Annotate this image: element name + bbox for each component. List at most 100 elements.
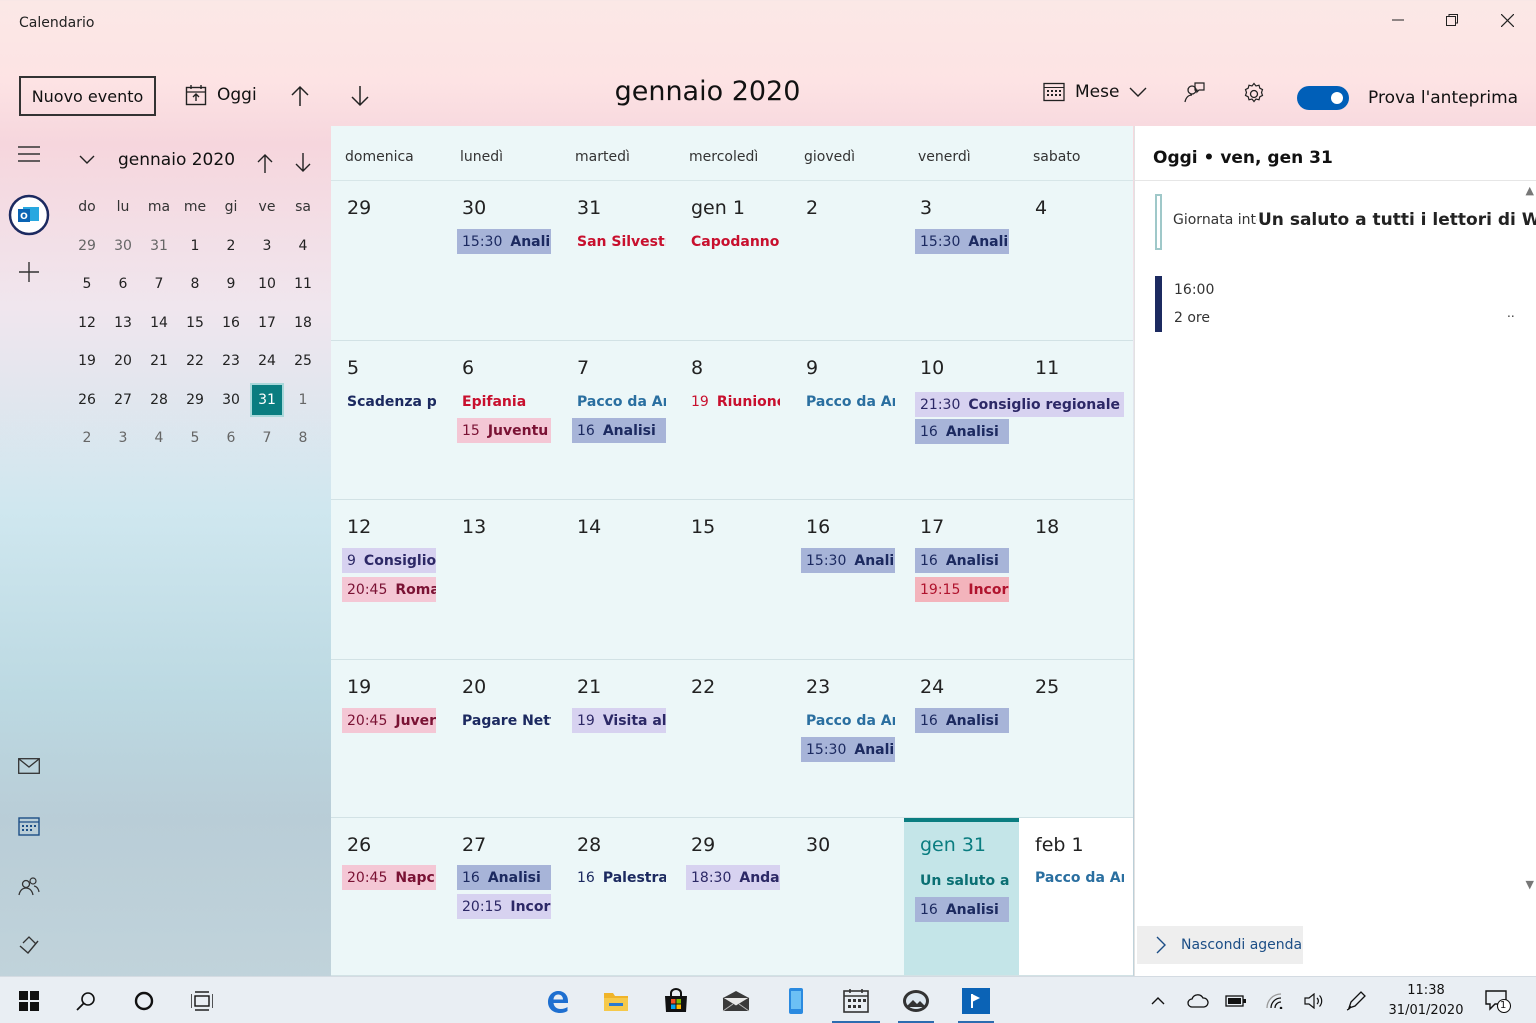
day-cell[interactable]: 21 19 Visita al [561, 660, 676, 817]
calendar-event[interactable]: 15:30 Anali [915, 229, 1009, 254]
previous-month-button[interactable] [290, 84, 310, 108]
mini-day[interactable]: 8 [177, 265, 213, 304]
battery-button[interactable] [1216, 977, 1256, 1023]
onedrive-button[interactable] [1178, 977, 1218, 1023]
mini-day[interactable]: 13 [105, 304, 141, 343]
mini-next-button[interactable] [294, 152, 312, 178]
day-cell[interactable]: 23 Pacco da An 15:30 Analis [790, 660, 905, 817]
mini-day[interactable]: 2 [213, 227, 249, 266]
day-cell[interactable]: 6 Epifania 15 Juventu [446, 341, 561, 499]
mini-day[interactable]: 7 [249, 419, 285, 458]
calendar-event[interactable]: 19 Riunione [686, 389, 780, 414]
mini-day[interactable]: 20 [105, 342, 141, 381]
task-view-button[interactable] [178, 977, 226, 1023]
day-cell[interactable]: 11 [1019, 341, 1133, 499]
day-cell[interactable]: 16 15:30 Analis [790, 500, 905, 659]
mini-day[interactable]: 22 [177, 342, 213, 381]
calendar-event[interactable]: 16 Analisi [572, 418, 666, 443]
agenda-event-allday[interactable]: Giornata inte Un saluto a tutti i lettor… [1155, 194, 1536, 250]
next-month-button[interactable] [350, 84, 370, 108]
calendar-event[interactable]: Pacco da An [801, 389, 895, 414]
calendar-event[interactable]: Pacco da Ar [1030, 865, 1124, 890]
day-cell[interactable]: 18 [1019, 500, 1133, 659]
volume-button[interactable] [1294, 977, 1334, 1023]
calendar-event[interactable]: Epifania [457, 389, 551, 414]
day-cell[interactable]: 25 [1019, 660, 1133, 817]
close-button[interactable] [1485, 6, 1529, 34]
search-button[interactable] [62, 977, 110, 1023]
calendar-event[interactable]: 20:45 Napc [342, 865, 436, 890]
mini-day-today[interactable]: 31 [249, 381, 285, 420]
mini-day[interactable]: 1 [285, 381, 321, 420]
mini-day[interactable]: 14 [141, 304, 177, 343]
calendar-taskbar-button[interactable] [832, 977, 880, 1023]
calendar-event[interactable]: Capodanno [686, 229, 780, 254]
day-cell[interactable]: 22 [675, 660, 790, 817]
day-cell[interactable]: 19 20:45 Juver [331, 660, 446, 817]
mini-day[interactable]: 4 [141, 419, 177, 458]
day-cell[interactable]: 9 Pacco da An [790, 341, 905, 499]
new-event-button[interactable]: Nuovo evento [19, 76, 156, 116]
hidden-icons-button[interactable] [1138, 977, 1178, 1023]
outlook-account-button[interactable]: O [0, 192, 58, 238]
mail-button[interactable] [0, 746, 58, 786]
calendar-event[interactable]: Pagare Netf [457, 708, 551, 733]
taskbar-clock[interactable]: 11:38 31/01/2020 [1388, 981, 1464, 1021]
menu-button[interactable] [0, 134, 58, 174]
calendar-event[interactable]: 16 Palestra [572, 865, 666, 890]
calendar-event[interactable]: 15:30 Analis [801, 737, 895, 762]
calendar-event[interactable]: 20:15 Incor [457, 894, 551, 919]
day-cell[interactable]: 28 16 Palestra [561, 818, 676, 975]
cortana-button[interactable] [120, 977, 168, 1023]
flag-app-taskbar-button[interactable] [952, 977, 1000, 1023]
day-cell[interactable]: 20 Pagare Netf [446, 660, 561, 817]
mini-day[interactable]: 8 [285, 419, 321, 458]
day-cell[interactable]: 26 20:45 Napc [331, 818, 446, 975]
calendar-event[interactable]: 16 Analisi [915, 708, 1009, 733]
photos-taskbar-button[interactable] [892, 977, 940, 1023]
day-cell[interactable]: 12 9 Consiglio 20:45 Roma [331, 500, 446, 659]
calendar-event[interactable]: Scadenza pr [342, 389, 436, 414]
day-cell[interactable]: 7 Pacco da An 16 Analisi [561, 341, 676, 499]
mini-day[interactable]: 26 [69, 381, 105, 420]
day-cell[interactable]: 5 Scadenza pr [331, 341, 446, 499]
agenda-event-timed[interactable]: 16:00 2 ore .. [1155, 276, 1517, 332]
mini-day[interactable]: 18 [285, 304, 321, 343]
mini-day[interactable]: 24 [249, 342, 285, 381]
day-cell[interactable]: feb 1 Pacco da Ar [1019, 818, 1133, 975]
mini-day[interactable]: 2 [69, 419, 105, 458]
start-button[interactable] [5, 977, 53, 1023]
day-cell[interactable]: 30 [790, 818, 905, 975]
people-button[interactable] [0, 866, 58, 906]
calendar-event[interactable]: 16 Analisi [915, 548, 1009, 573]
calendar-event[interactable]: 16 Analisi [915, 419, 1009, 444]
calendar-event[interactable]: 19 Visita al [572, 708, 666, 733]
scroll-down-button[interactable]: ▼ [1526, 878, 1534, 891]
day-cell[interactable]: 13 [446, 500, 561, 659]
mini-day[interactable]: 5 [69, 265, 105, 304]
mini-day[interactable]: 3 [249, 227, 285, 266]
day-cell[interactable]: 10 21:30 Consiglio regionale - | 16 Analisi [904, 341, 1124, 499]
mini-day[interactable]: 3 [105, 419, 141, 458]
day-cell[interactable]: 27 16 Analisi 20:15 Incor [446, 818, 561, 975]
calendar-event[interactable]: 18:30 Anda [686, 865, 780, 890]
calendar-event[interactable]: Un saluto a [915, 868, 1009, 893]
mini-day[interactable]: 17 [249, 304, 285, 343]
day-cell[interactable]: 29 18:30 Anda [675, 818, 790, 975]
hide-agenda-button[interactable]: Nascondi agenda [1137, 926, 1303, 964]
day-cell[interactable]: gen 1 Capodanno [675, 181, 790, 340]
mini-day[interactable]: 31 [141, 227, 177, 266]
scroll-up-button[interactable]: ▲ [1526, 184, 1534, 197]
mini-day[interactable]: 27 [105, 381, 141, 420]
day-cell[interactable]: 14 [561, 500, 676, 659]
settings-button[interactable] [1242, 82, 1266, 106]
calendar-event[interactable]: 20:45 Roma [342, 577, 436, 602]
mini-day[interactable]: 30 [213, 381, 249, 420]
network-button[interactable] [1256, 977, 1296, 1023]
day-cell[interactable]: 3 15:30 Anali [904, 181, 1019, 340]
mini-day[interactable]: 29 [69, 227, 105, 266]
pen-button[interactable] [1336, 977, 1376, 1023]
mini-day[interactable]: 21 [141, 342, 177, 381]
phone-taskbar-button[interactable] [772, 977, 820, 1023]
mini-day[interactable]: 10 [249, 265, 285, 304]
